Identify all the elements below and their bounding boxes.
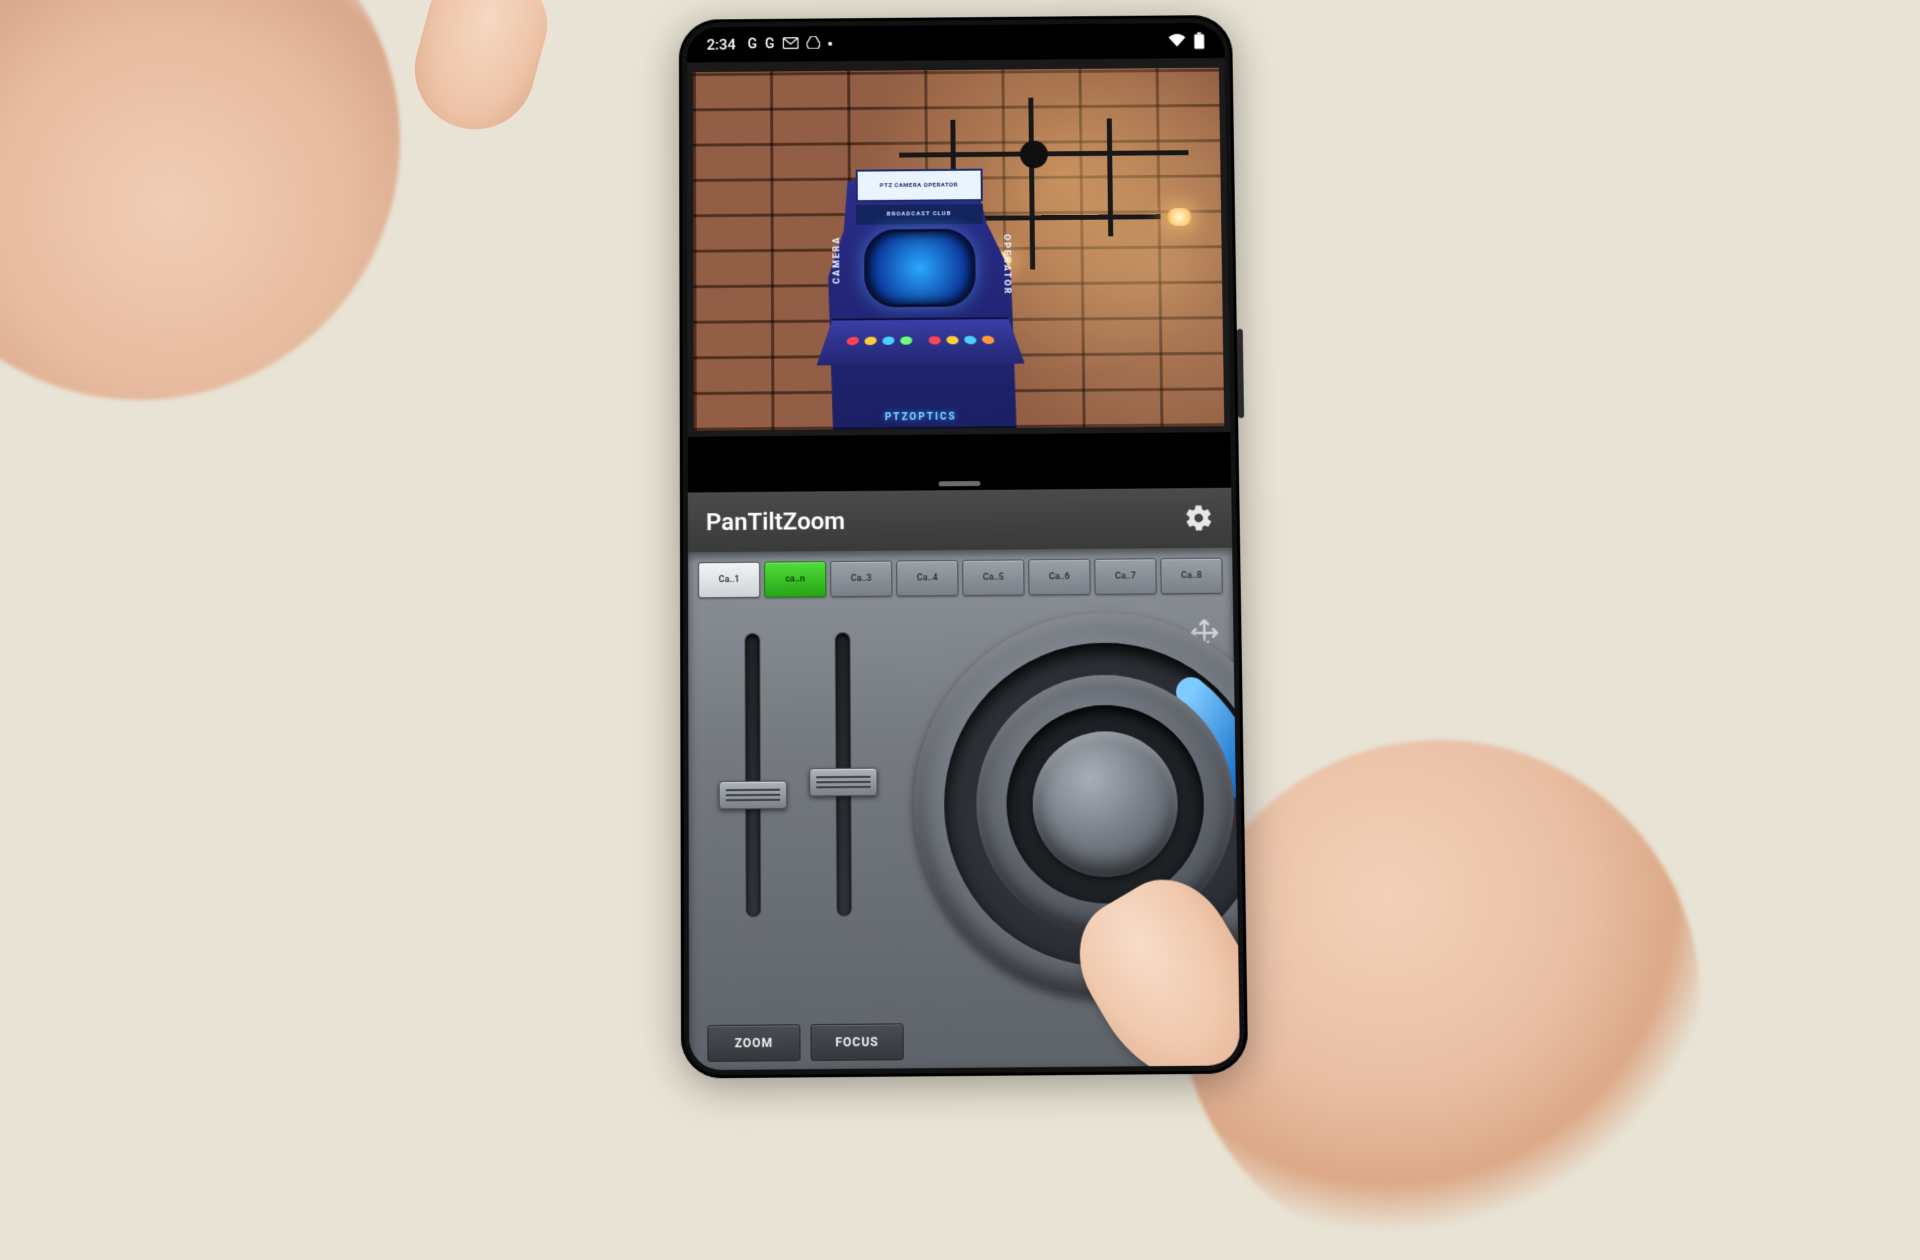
zoom-slider-thumb[interactable] xyxy=(719,781,788,810)
arcade-cabinet: PTZ CAMERA OPERATOR BROADCAST CLUB CAMER… xyxy=(820,152,1021,430)
drag-handle-bar xyxy=(939,481,981,486)
thumb-top-left xyxy=(401,0,558,143)
gear-icon[interactable] xyxy=(1183,503,1213,533)
zoom-label-button[interactable]: ZOOM xyxy=(707,1024,800,1062)
camera-tab-5[interactable]: Ca..5 xyxy=(962,559,1024,596)
camera-tabs: Ca..1 ca..n Ca..3 Ca..4 Ca..5 Ca..6 Ca..… xyxy=(698,558,1223,599)
camera-preview-image: PTZ CAMERA OPERATOR BROADCAST CLUB CAMER… xyxy=(693,68,1224,431)
wifi-icon xyxy=(1168,34,1186,48)
arcade-marquee: PTZ CAMERA OPERATOR xyxy=(855,168,982,202)
hand-bottom-right xyxy=(1180,740,1700,1260)
panel-title: PanTiltZoom xyxy=(706,507,845,536)
focus-label-button[interactable]: FOCUS xyxy=(810,1023,903,1061)
phone-body: 2:34 G G xyxy=(679,15,1248,1079)
mail-icon xyxy=(782,37,798,52)
phone-screen: 2:34 G G xyxy=(687,23,1240,1070)
camera-tab-6[interactable]: Ca..6 xyxy=(1028,559,1090,596)
camera-tab-7[interactable]: Ca..7 xyxy=(1094,558,1157,595)
joystick-knob[interactable] xyxy=(1032,731,1179,878)
status-time: 2:34 xyxy=(707,36,736,54)
camera-preview[interactable]: PTZ CAMERA OPERATOR BROADCAST CLUB CAMER… xyxy=(687,58,1230,437)
arcade-control-panel xyxy=(816,317,1024,365)
arcade-brand: PTZOPTICS xyxy=(821,411,1020,424)
phone-side-button xyxy=(1237,329,1244,418)
arcade-side-label-left: CAMERA xyxy=(832,236,842,284)
arcade-screen xyxy=(864,229,976,307)
camera-tab-8[interactable]: Ca..8 xyxy=(1160,558,1223,595)
camera-tab-1[interactable]: Ca..1 xyxy=(698,562,760,599)
zoom-slider[interactable] xyxy=(718,624,788,928)
google-icon: G xyxy=(748,38,757,52)
focus-slider-thumb[interactable] xyxy=(809,768,878,797)
control-panel: PanTiltZoom Ca..1 ca..n Ca..3 Ca..4 Ca..… xyxy=(688,488,1240,1070)
focus-slider[interactable] xyxy=(808,623,878,927)
panel-drag-handle[interactable] xyxy=(688,432,1231,492)
arcade-header: BROADCAST CLUB xyxy=(856,204,983,224)
zoom-slider-track xyxy=(745,634,760,917)
arcade-side-label-right: OPERATOR xyxy=(1001,234,1012,295)
control-body: Ca..1 ca..n Ca..3 Ca..4 Ca..5 Ca..6 Ca..… xyxy=(688,548,1240,1071)
display-notch xyxy=(867,24,1045,51)
camera-tab-4[interactable]: Ca..4 xyxy=(896,560,958,597)
control-header: PanTiltZoom xyxy=(688,488,1232,553)
camera-tab-2[interactable]: ca..n xyxy=(764,561,826,598)
google-icon: G xyxy=(765,37,774,51)
battery-icon xyxy=(1194,32,1205,50)
more-notifications-dot xyxy=(828,42,832,46)
drive-icon xyxy=(806,36,820,52)
camera-tab-3[interactable]: Ca..3 xyxy=(830,561,892,598)
hand-top-left xyxy=(0,0,473,473)
